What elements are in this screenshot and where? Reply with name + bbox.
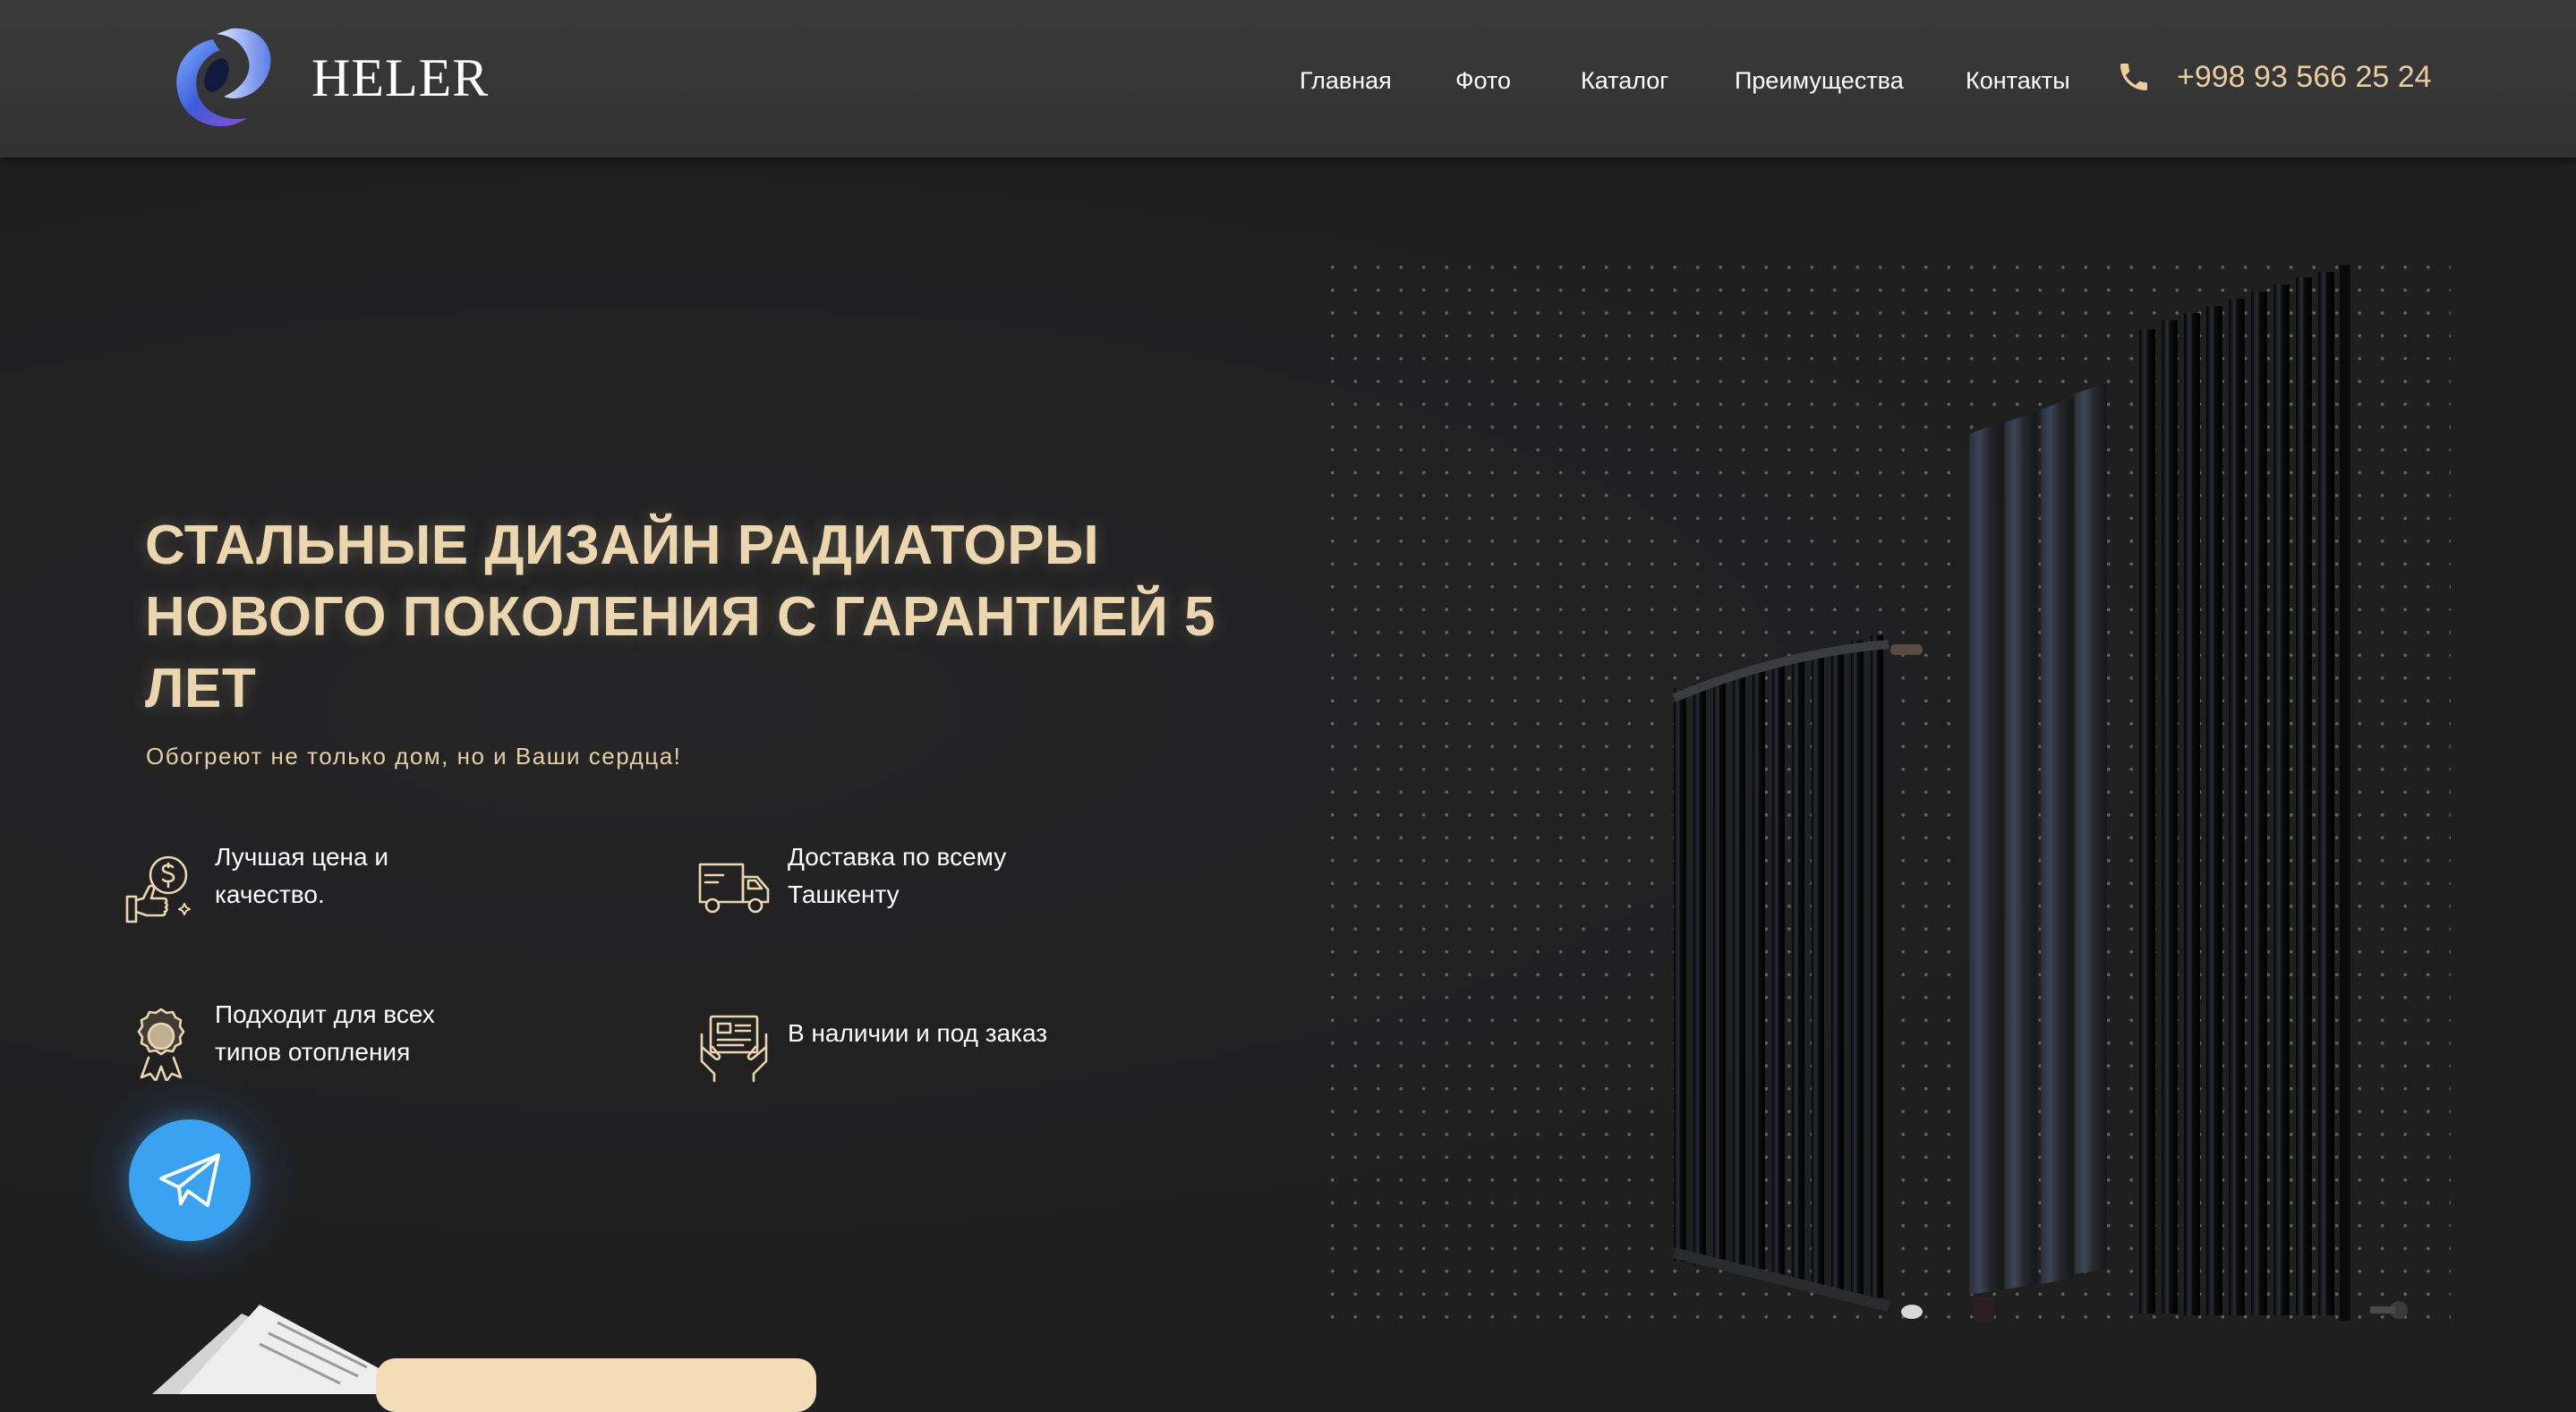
site-header: HELER Главная Фото Каталог Преимущества … — [0, 0, 2576, 157]
document-illustration — [152, 1305, 403, 1394]
catalog-order-icon — [700, 1015, 768, 1083]
nav-advantages[interactable]: Преимущества — [1735, 64, 1904, 97]
delivery-truck-icon — [698, 863, 770, 914]
feature-delivery-text: Доставка по всему Ташкенту — [788, 843, 1007, 908]
nav-home[interactable]: Главная — [1300, 64, 1392, 97]
nav-catalog[interactable]: Каталог — [1581, 64, 1668, 97]
phone-icon — [2120, 64, 2147, 90]
phone-number[interactable]: +998 93 566 25 24 — [2177, 57, 2432, 97]
award-icon — [137, 1008, 185, 1081]
price-quality-icon — [125, 855, 191, 923]
feature-heating-text: Подходит для всех типов отопления — [215, 1000, 435, 1066]
hero-subtitle: Обогреют не только дом, но и Ваши сердца… — [146, 743, 682, 770]
nav-contacts[interactable]: Контакты — [1966, 64, 2070, 97]
radiators-product-image — [1672, 265, 2408, 1323]
feature-stock-text: В наличии и под заказ — [788, 1019, 1048, 1047]
feature-price-text: Лучшая цена и качество. — [215, 843, 389, 908]
hero-title: СТАЛЬНЫЕ ДИЗАЙН РАДИАТОРЫ НОВОГО ПОКОЛЕН… — [145, 515, 1216, 719]
nav-photo[interactable]: Фото — [1455, 64, 1511, 97]
promo-card[interactable] — [376, 1358, 816, 1412]
telegram-icon — [159, 1153, 220, 1207]
logo-icon[interactable] — [161, 21, 277, 136]
logo-text[interactable]: HELER — [311, 47, 489, 109]
telegram-button[interactable] — [129, 1119, 251, 1241]
